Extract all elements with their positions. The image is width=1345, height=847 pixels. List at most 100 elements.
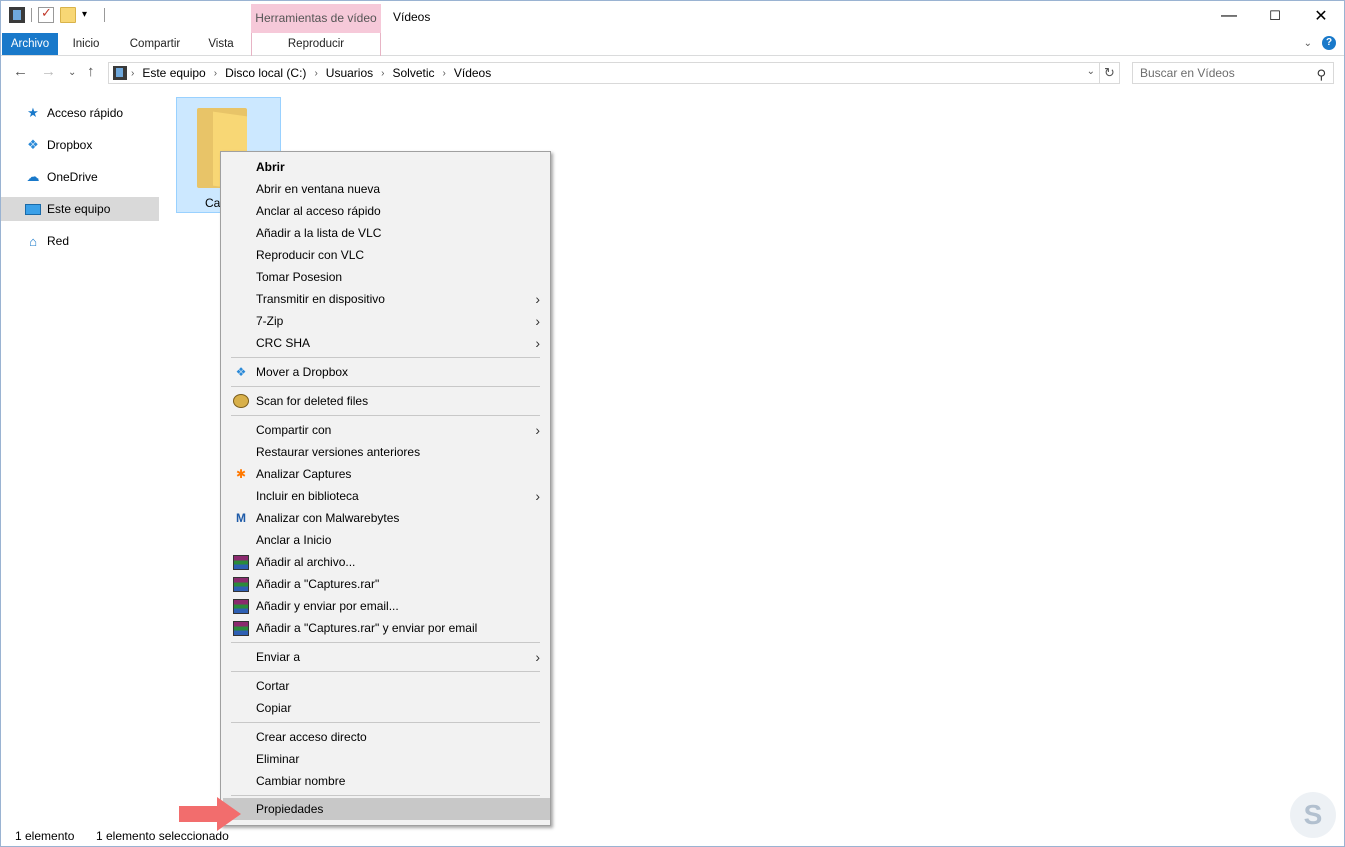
nav-item-label: Este equipo <box>47 202 111 216</box>
nav-item-red[interactable]: ⌂ Red <box>1 229 159 253</box>
item-count: 1 elemento <box>15 829 75 843</box>
menu-item-anclar-inicio[interactable]: Anclar a Inicio <box>223 529 550 551</box>
selected-count: 1 elemento seleccionado <box>96 829 229 843</box>
menu-separator <box>231 795 540 796</box>
winrar-icon <box>233 598 249 614</box>
menu-item-restaurar-versiones[interactable]: Restaurar versiones anteriores <box>223 441 550 463</box>
tab-archivo[interactable]: Archivo <box>2 33 58 55</box>
explorer-window: ▾ Herramientas de vídeo Vídeos — ☐ ✕ Arc… <box>0 0 1345 847</box>
menu-item-anadir-lista-vlc[interactable]: Añadir a la lista de VLC <box>223 222 550 244</box>
nav-item-dropbox[interactable]: ❖ Dropbox <box>1 133 159 157</box>
menu-separator <box>231 642 540 643</box>
new-folder-icon[interactable] <box>60 7 76 23</box>
menu-item-anadir-archivo[interactable]: Añadir al archivo... <box>223 551 550 573</box>
chevron-right-icon[interactable]: › <box>131 68 134 79</box>
chevron-right-icon: › <box>535 313 540 329</box>
refresh-icon[interactable]: ↻ <box>1100 62 1120 84</box>
ribbon-tabs: Archivo Inicio Compartir Vista Reproduci… <box>1 33 1344 56</box>
menu-item-anclar-acceso-rapido[interactable]: Anclar al acceso rápido <box>223 200 550 222</box>
menu-item-enviar-a[interactable]: Enviar a › <box>223 646 550 668</box>
address-bar[interactable]: › Este equipo › Disco local (C:) › Usuar… <box>108 62 1100 84</box>
menu-item-eliminar[interactable]: Eliminar <box>223 748 550 770</box>
contextual-tab-group: Herramientas de vídeo <box>251 4 381 33</box>
chevron-right-icon: › <box>535 291 540 307</box>
malwarebytes-icon: M <box>236 511 246 525</box>
toolbar-separator <box>31 8 32 22</box>
nav-item-onedrive[interactable]: ☁ OneDrive <box>1 165 159 189</box>
menu-separator <box>231 386 540 387</box>
menu-item-crear-acceso-directo[interactable]: Crear acceso directo <box>223 726 550 748</box>
recent-locations-icon[interactable]: ⌄ <box>68 67 76 78</box>
nav-item-label: Dropbox <box>47 138 93 152</box>
dropbox-icon: ❖ <box>27 137 39 152</box>
menu-item-mover-dropbox[interactable]: ❖ Mover a Dropbox <box>223 361 550 383</box>
menu-item-crc-sha[interactable]: CRC SHA › <box>223 332 550 354</box>
menu-item-copiar[interactable]: Copiar <box>223 697 550 719</box>
help-icon[interactable]: ? <box>1322 36 1336 50</box>
nav-item-este-equipo[interactable]: Este equipo <box>1 197 159 221</box>
tab-vista[interactable]: Vista <box>199 33 243 55</box>
address-dropdown-icon[interactable]: ⌄ <box>1087 66 1095 77</box>
window-title: Vídeos <box>393 10 431 24</box>
quick-access-toolbar: ▾ <box>9 5 105 23</box>
menu-item-analizar-malwarebytes[interactable]: M Analizar con Malwarebytes <box>223 507 550 529</box>
close-button[interactable]: ✕ <box>1298 1 1344 31</box>
status-bar: 1 elemento 1 elemento seleccionado <box>1 827 1344 847</box>
properties-icon[interactable] <box>38 5 54 23</box>
winrar-icon <box>233 554 249 570</box>
context-menu: Abrir Abrir en ventana nueva Anclar al a… <box>220 151 551 826</box>
back-arrow-icon[interactable]: ← <box>13 63 28 80</box>
window-controls: — ☐ ✕ <box>1206 1 1344 31</box>
menu-item-anadir-captures-rar-email[interactable]: Añadir a "Captures.rar" y enviar por ema… <box>223 617 550 639</box>
menu-item-reproducir-vlc[interactable]: Reproducir con VLC <box>223 244 550 266</box>
computer-icon <box>25 201 41 217</box>
chevron-right-icon: › <box>535 422 540 438</box>
title-bar: ▾ Herramientas de vídeo Vídeos — ☐ ✕ <box>1 1 1344 33</box>
contextual-tab-frame: Reproducir <box>251 33 381 56</box>
search-icon[interactable]: ⚲ <box>1316 65 1326 85</box>
breadcrumb-videos[interactable]: Vídeos <box>454 66 491 80</box>
menu-item-anadir-captures-rar[interactable]: Añadir a "Captures.rar" <box>223 573 550 595</box>
tab-compartir[interactable]: Compartir <box>121 33 189 55</box>
nav-item-label: Acceso rápido <box>47 106 124 120</box>
nav-item-label: OneDrive <box>47 170 98 184</box>
up-arrow-icon[interactable]: ↑ <box>87 63 95 80</box>
breadcrumb-este-equipo[interactable]: Este equipo <box>142 66 205 80</box>
tab-inicio[interactable]: Inicio <box>63 33 109 55</box>
chevron-right-icon[interactable]: › <box>314 68 317 79</box>
ribbon-right-controls: ⌄ ? <box>1304 36 1336 50</box>
menu-item-tomar-posesion[interactable]: Tomar Posesion <box>223 266 550 288</box>
chevron-right-icon: › <box>535 488 540 504</box>
ribbon-collapse-icon[interactable]: ⌄ <box>1304 38 1312 49</box>
avast-icon: ✱ <box>235 467 247 481</box>
menu-item-anadir-enviar-email[interactable]: Añadir y enviar por email... <box>223 595 550 617</box>
chevron-right-icon[interactable]: › <box>381 68 384 79</box>
menu-item-transmitir[interactable]: Transmitir en dispositivo › <box>223 288 550 310</box>
menu-item-analizar-captures[interactable]: ✱ Analizar Captures <box>223 463 550 485</box>
cloud-icon: ☁ <box>26 169 40 184</box>
navigation-pane: ★ Acceso rápido ❖ Dropbox ☁ OneDrive Est… <box>1 101 159 261</box>
menu-item-7zip[interactable]: 7-Zip › <box>223 310 550 332</box>
maximize-button[interactable]: ☐ <box>1252 1 1298 31</box>
chevron-right-icon[interactable]: › <box>443 68 446 79</box>
search-input[interactable]: Buscar en Vídeos ⚲ <box>1132 62 1334 84</box>
breadcrumb-disco-local[interactable]: Disco local (C:) <box>225 66 306 80</box>
menu-item-cortar[interactable]: Cortar <box>223 675 550 697</box>
menu-separator <box>231 357 540 358</box>
menu-item-propiedades[interactable]: Propiedades <box>223 798 550 820</box>
toolbar-separator <box>104 8 105 22</box>
tab-reproducir[interactable]: Reproducir <box>252 33 380 55</box>
menu-item-incluir-biblioteca[interactable]: Incluir en biblioteca › <box>223 485 550 507</box>
minimize-button[interactable]: — <box>1206 1 1252 31</box>
menu-item-abrir-ventana-nueva[interactable]: Abrir en ventana nueva <box>223 178 550 200</box>
menu-item-cambiar-nombre[interactable]: Cambiar nombre <box>223 770 550 792</box>
customize-toolbar-icon[interactable]: ▾ <box>82 7 98 23</box>
menu-item-scan-deleted[interactable]: Scan for deleted files <box>223 390 550 412</box>
menu-item-compartir-con[interactable]: Compartir con › <box>223 419 550 441</box>
chevron-right-icon[interactable]: › <box>214 68 217 79</box>
breadcrumb-usuarios[interactable]: Usuarios <box>326 66 373 80</box>
forward-arrow-icon[interactable]: → <box>41 63 56 80</box>
breadcrumb-solvetic[interactable]: Solvetic <box>392 66 434 80</box>
nav-item-acceso-rapido[interactable]: ★ Acceso rápido <box>1 101 159 125</box>
menu-item-abrir[interactable]: Abrir <box>223 156 550 178</box>
